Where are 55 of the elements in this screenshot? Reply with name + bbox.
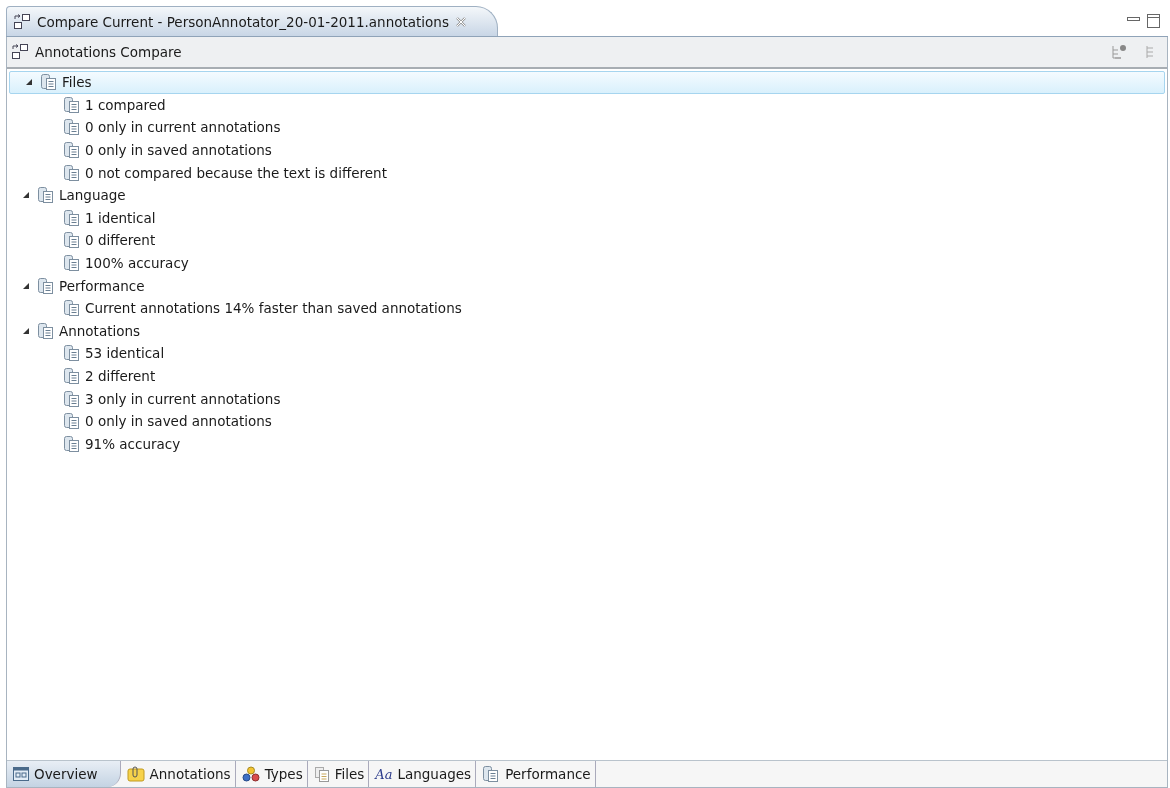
tree-item[interactable]: 2 different [85, 368, 156, 384]
document-stack-icon [63, 118, 81, 137]
tree-item[interactable]: Current annotations 14% faster than saved annotations [85, 300, 462, 317]
close-icon[interactable] [454, 15, 467, 28]
editor-tab[interactable]: Compare Current - PersonAnnotator_20-01-2011.annotations [6, 6, 498, 36]
document-stack-icon [63, 412, 81, 431]
tree-item[interactable]: 1 identical [85, 209, 156, 226]
page-tab[interactable]: Performance [476, 761, 596, 787]
tree-item[interactable]: 3 only in current annotations [85, 390, 281, 407]
editor-tab-title: Compare Current - PersonAnnotator_20-01-2011.annotations [37, 13, 449, 30]
tree-item[interactable]: 0 only in saved annotations [85, 413, 272, 430]
selected-tree-row[interactable]: Files [9, 71, 1165, 94]
document-stack-icon [63, 95, 81, 114]
colored-circles-icon [241, 766, 260, 782]
tree-item[interactable]: 0 different [85, 232, 156, 249]
tree-item[interactable]: 91% accuracy [85, 435, 181, 452]
document-stack-icon [482, 765, 501, 783]
document-stack-icon [63, 434, 81, 453]
document-stack-icon [63, 254, 81, 273]
tree-item[interactable]: Performance [59, 277, 145, 294]
tree-item[interactable]: 1 compared [85, 96, 166, 113]
document-stack-icon [63, 231, 81, 250]
page-tab[interactable]: Types [235, 761, 308, 787]
document-stack-icon [37, 186, 55, 205]
tree-item[interactable]: 0 only in saved annotations [85, 142, 272, 159]
document-stack-icon [63, 208, 81, 227]
view-title: Annotations Compare [35, 44, 182, 60]
tree-item[interactable]: 100% accuracy [85, 255, 189, 272]
font-glyph-icon: Aa [375, 766, 393, 782]
form-icon [13, 767, 29, 781]
tree-item[interactable]: Language [59, 187, 126, 204]
document-stack-icon [63, 389, 81, 408]
document-stack-icon [63, 367, 81, 385]
pages-icon [313, 766, 330, 782]
tree-item[interactable]: 53 identical [85, 345, 165, 362]
tree-item[interactable]: Annotations [59, 322, 141, 339]
compare-icon [13, 12, 31, 31]
note-icon [126, 766, 145, 782]
page-tab[interactable]: Annotations [120, 761, 236, 787]
maximize-icon[interactable] [1146, 13, 1162, 29]
document-stack-icon [63, 299, 81, 318]
compare-icon [11, 43, 29, 61]
tree-item[interactable]: 0 not compared because the text is different [85, 164, 387, 181]
document-stack-icon [63, 163, 81, 182]
document-stack-icon [63, 141, 81, 160]
document-stack-icon [40, 73, 58, 92]
document-stack-icon [37, 321, 55, 340]
page-tab[interactable]: Overview [7, 761, 121, 787]
document-stack-icon [37, 276, 55, 295]
page-tab[interactable]: Aa Languages [369, 761, 477, 787]
document-stack-icon [63, 344, 81, 363]
tree-item[interactable]: 0 only in current annotations [85, 119, 281, 136]
tree-item[interactable]: Files [62, 74, 92, 91]
expand-list-icon[interactable] [1111, 44, 1127, 60]
page-tab[interactable]: Files [307, 761, 370, 787]
